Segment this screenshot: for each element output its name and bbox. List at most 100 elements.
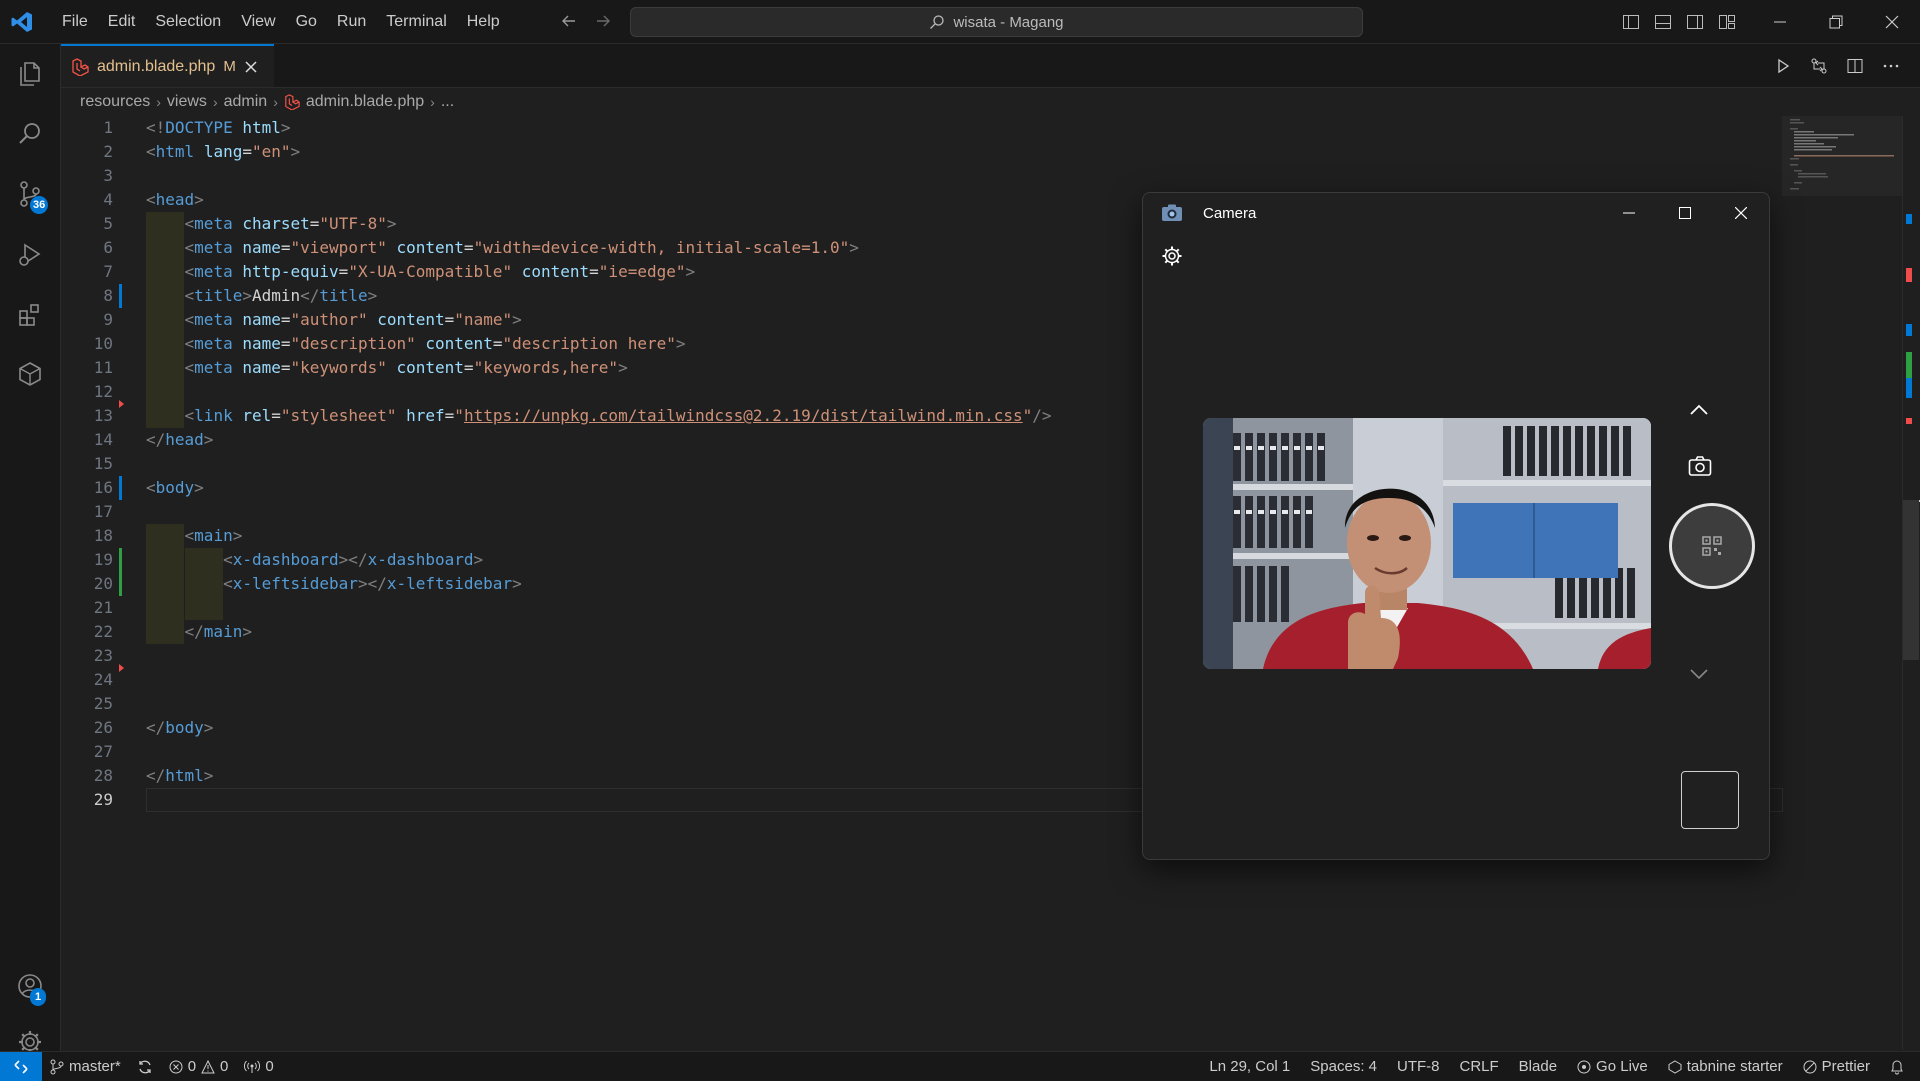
git-change-marker[interactable]: [119, 284, 122, 308]
git-branch-icon: [50, 1059, 64, 1075]
scrollbar-thumb[interactable]: [1903, 500, 1919, 660]
cursor-position[interactable]: Ln 29, Col 1: [1209, 1058, 1290, 1075]
camera-app-icon: [1161, 203, 1183, 223]
remote-explorer-icon[interactable]: [0, 346, 60, 402]
tab-admin-blade[interactable]: admin.blade.php M: [61, 44, 274, 87]
breadcrumb-resources[interactable]: resources: [80, 93, 150, 111]
sync-icon[interactable]: [137, 1059, 153, 1075]
git-change-marker[interactable]: [119, 548, 122, 572]
code-token: href: [406, 406, 445, 425]
menu-terminal[interactable]: Terminal: [376, 13, 456, 31]
tabnine-status[interactable]: tabnine starter: [1668, 1058, 1783, 1075]
code-token: =: [242, 142, 252, 161]
command-center-search[interactable]: wisata - Magang: [630, 7, 1363, 37]
code-token: body: [165, 718, 204, 737]
code-line[interactable]: 2 <html lang="en">: [61, 140, 1781, 164]
code-line[interactable]: 3: [61, 164, 1781, 188]
customize-layout-icon[interactable]: [1716, 11, 1738, 33]
close-icon[interactable]: [1864, 0, 1920, 43]
tab-close-icon[interactable]: [244, 60, 258, 74]
split-editor-icon[interactable]: [1844, 55, 1866, 77]
chevron-down-icon[interactable]: [1689, 667, 1709, 681]
code-token: =: [271, 406, 281, 425]
run-file-icon[interactable]: [1772, 55, 1794, 77]
notifications-bell-icon[interactable]: [1890, 1059, 1904, 1075]
code-token: <: [184, 406, 195, 425]
code-token: >: [618, 358, 628, 377]
language-mode[interactable]: Blade: [1519, 1058, 1557, 1075]
menu-go[interactable]: Go: [286, 13, 327, 31]
ports-status[interactable]: 0: [244, 1058, 274, 1075]
code-token: >: [242, 286, 252, 305]
restore-icon[interactable]: [1808, 0, 1864, 43]
camera-minimize-icon[interactable]: [1601, 193, 1657, 233]
code-link[interactable]: https://unpkg.com/tailwindcss@2.2.19/dis…: [464, 406, 1023, 425]
branch-status[interactable]: master*: [50, 1058, 121, 1075]
extensions-icon[interactable]: [0, 286, 60, 342]
code-token: />: [1032, 406, 1052, 425]
code-token: ": [454, 406, 464, 425]
search-view-icon[interactable]: [0, 106, 60, 162]
source-control-icon[interactable]: 36: [0, 166, 60, 222]
camera-maximize-icon[interactable]: [1657, 193, 1713, 233]
minimize-icon[interactable]: [1752, 0, 1808, 43]
toggle-secondary-sidebar-icon[interactable]: [1684, 11, 1706, 33]
more-actions-icon[interactable]: [1880, 55, 1902, 77]
breadcrumb-admin[interactable]: admin: [224, 93, 268, 111]
camera-settings-gear-icon[interactable]: [1161, 245, 1183, 267]
breadcrumb-file[interactable]: admin.blade.php: [306, 93, 424, 111]
code-text: <meta charset="UTF-8">: [146, 212, 397, 236]
menu-edit[interactable]: Edit: [98, 13, 146, 31]
code-token: "keywords": [290, 358, 387, 377]
indentation[interactable]: Spaces: 4: [1310, 1058, 1377, 1075]
menu-file[interactable]: File: [52, 13, 98, 31]
code-token: "description": [290, 334, 416, 353]
code-token: <: [184, 358, 195, 377]
menu-run[interactable]: Run: [327, 13, 376, 31]
encoding[interactable]: UTF-8: [1397, 1058, 1440, 1075]
code-token: >: [280, 118, 291, 137]
git-change-marker[interactable]: [119, 572, 122, 596]
end-of-line[interactable]: CRLF: [1460, 1058, 1499, 1075]
git-deletion-marker[interactable]: [119, 664, 124, 672]
accounts-icon[interactable]: 1: [0, 958, 60, 1014]
menu-view[interactable]: View: [231, 13, 285, 31]
code-token: =: [280, 334, 291, 353]
prettier-status[interactable]: Prettier: [1803, 1058, 1870, 1075]
minimap[interactable]: [1782, 116, 1902, 196]
explorer-icon[interactable]: [0, 46, 60, 102]
photo-mode-camera-icon[interactable]: [1688, 455, 1712, 477]
last-capture-thumbnail[interactable]: [1681, 771, 1739, 829]
toggle-panel-icon[interactable]: [1652, 11, 1674, 33]
code-token: "UTF-8": [319, 214, 387, 233]
problems-status[interactable]: 0 0: [169, 1058, 228, 1075]
menu-help[interactable]: Help: [457, 13, 510, 31]
branch-name: master*: [69, 1058, 121, 1075]
git-change-marker[interactable]: [119, 476, 122, 500]
chevron-up-icon[interactable]: [1689, 403, 1709, 417]
code-token: name: [242, 334, 281, 353]
forward-arrow-icon[interactable]: [592, 10, 614, 32]
back-arrow-icon[interactable]: [558, 10, 580, 32]
menu-selection[interactable]: Selection: [145, 13, 231, 31]
remote-indicator-icon[interactable]: [0, 1052, 42, 1081]
toggle-primary-sidebar-icon[interactable]: [1620, 11, 1642, 33]
code-line[interactable]: 1 <!DOCTYPE html>: [61, 116, 1781, 140]
code-text: <x-leftsidebar></x-leftsidebar>: [146, 572, 522, 596]
camera-close-icon[interactable]: [1713, 193, 1769, 233]
git-deletion-marker[interactable]: [119, 400, 124, 408]
code-token: </: [146, 718, 166, 737]
code-token: html: [165, 766, 204, 785]
go-live-button[interactable]: Go Live: [1577, 1058, 1648, 1075]
breadcrumb-symbols[interactable]: ...: [441, 93, 454, 111]
run-debug-icon[interactable]: [0, 226, 60, 282]
open-changes-icon[interactable]: [1808, 55, 1830, 77]
search-icon: [929, 14, 945, 30]
scan-qr-shutter-button[interactable]: [1669, 503, 1755, 589]
breadcrumb-views[interactable]: views: [167, 93, 207, 111]
code-token: ></: [338, 550, 368, 569]
